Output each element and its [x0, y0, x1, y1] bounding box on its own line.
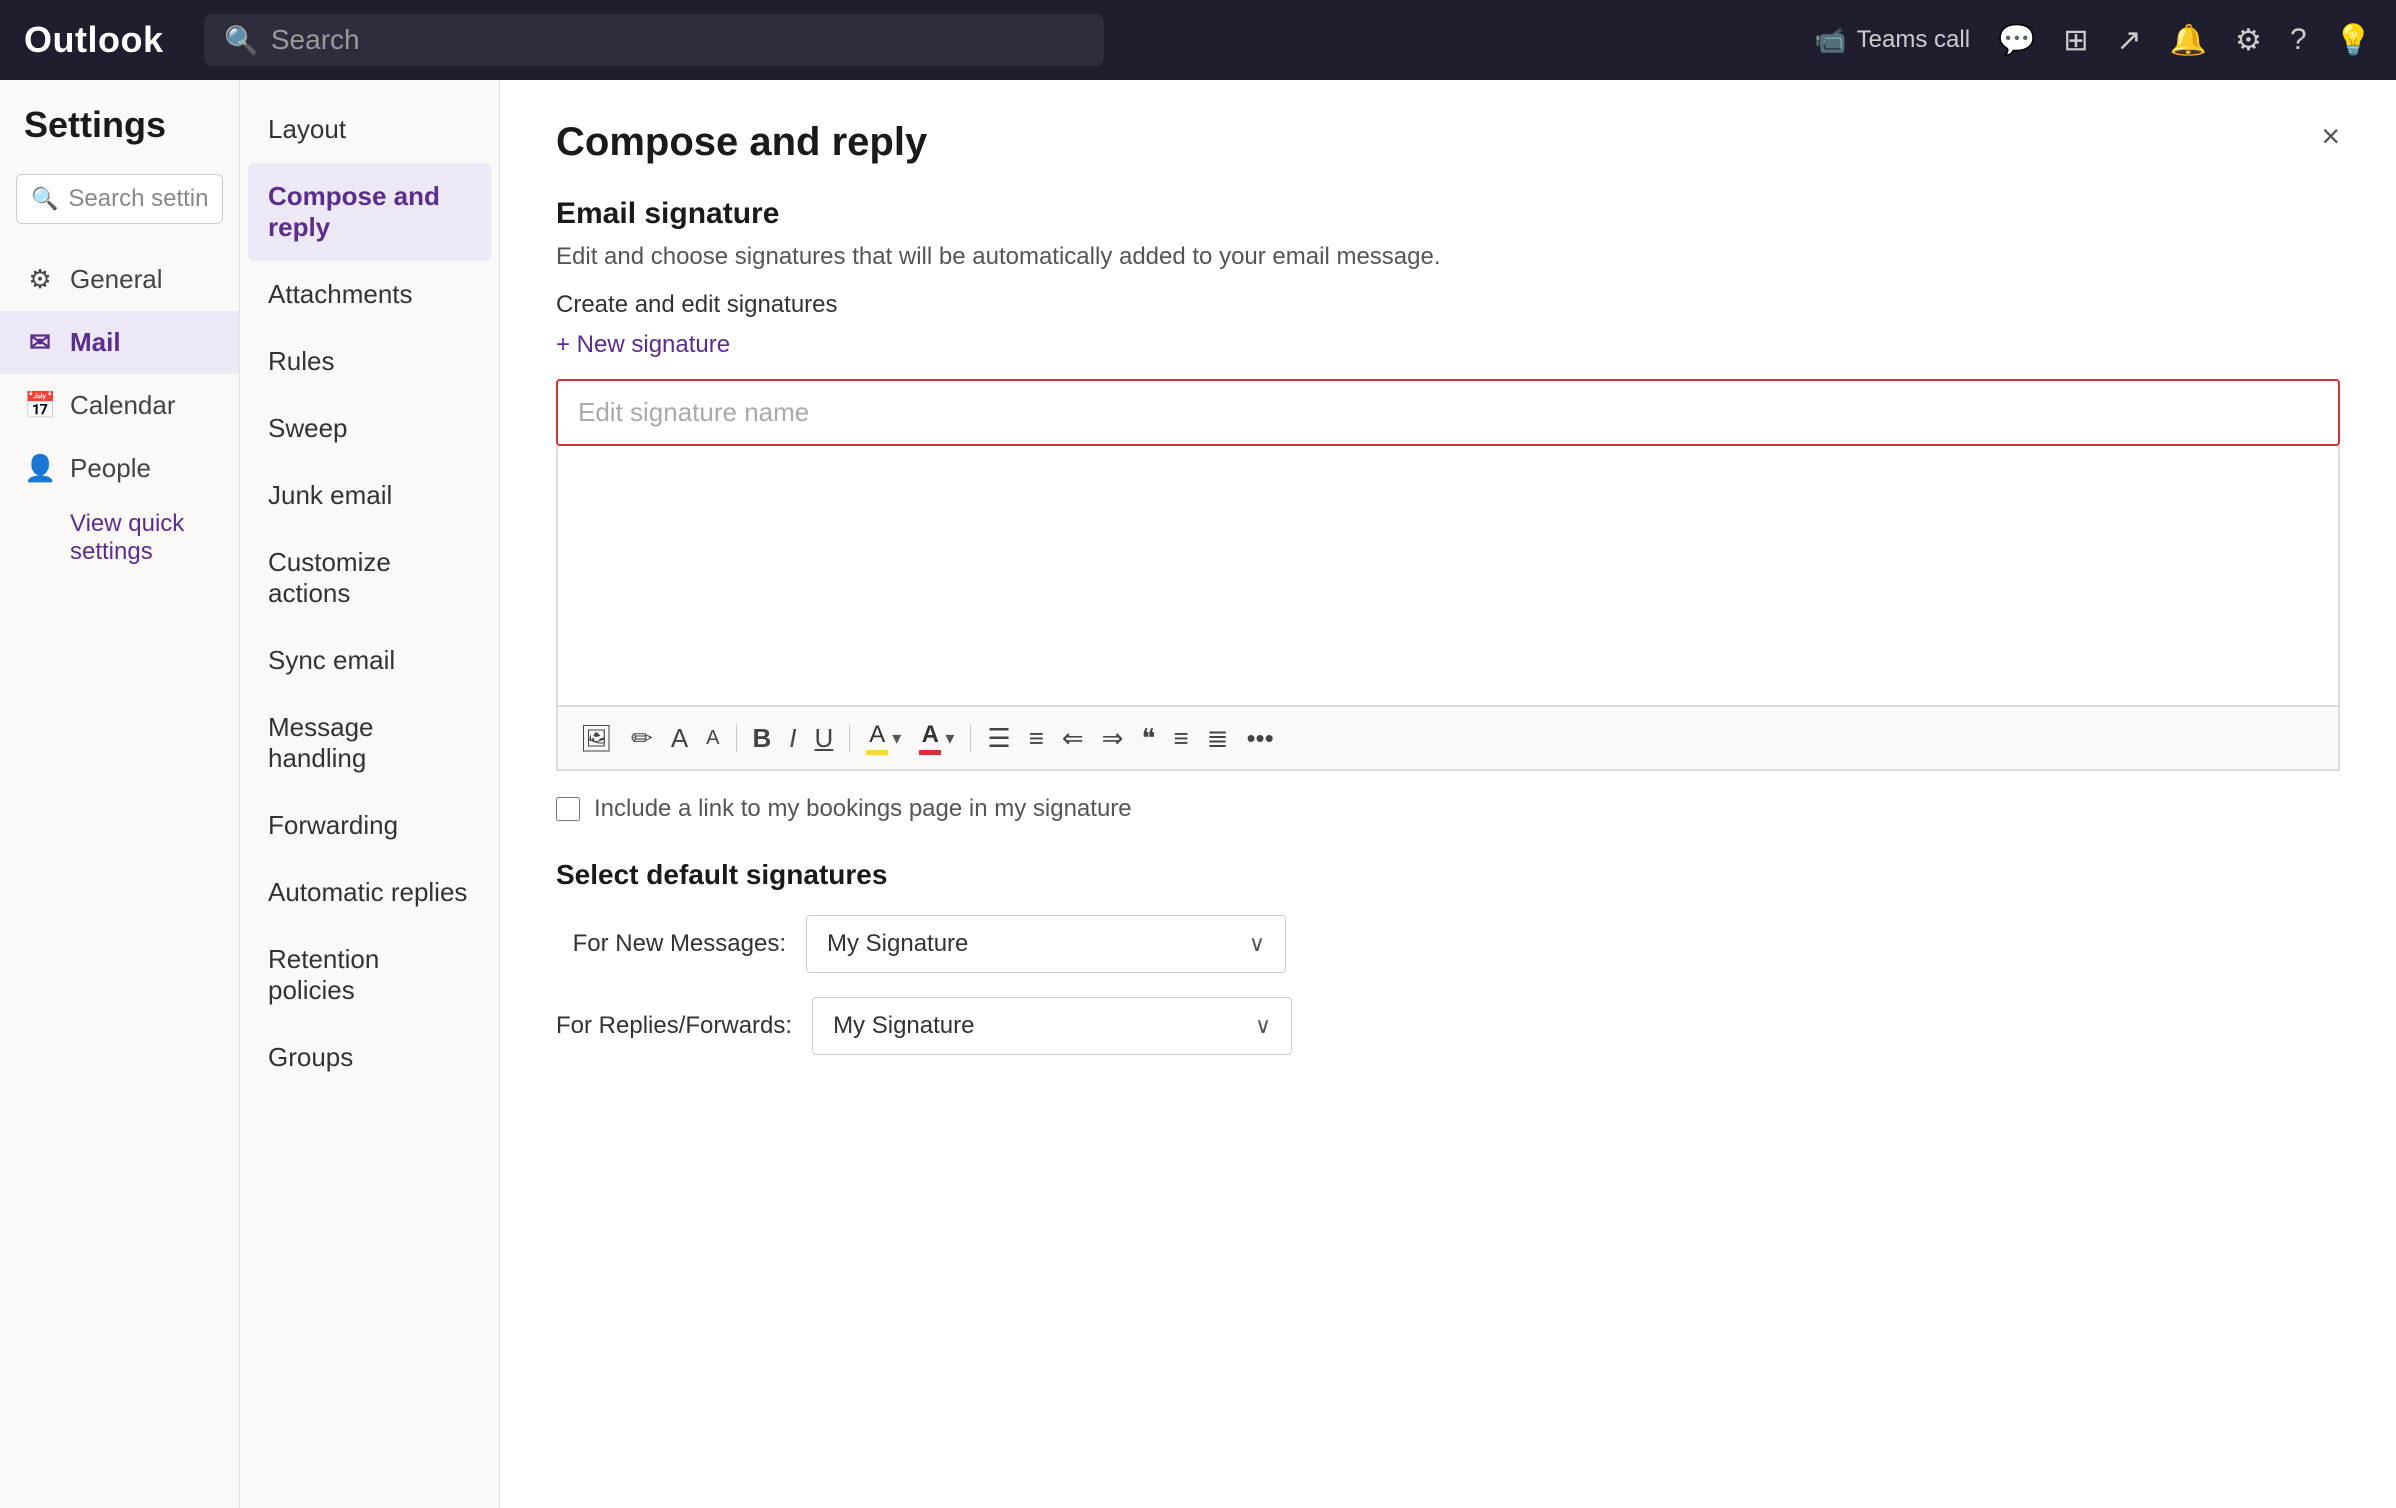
sidebar-item-general[interactable]: ⚙ General: [0, 248, 239, 311]
toolbar-pen-button[interactable]: ✏: [625, 719, 659, 758]
signature-editor[interactable]: [557, 446, 2339, 706]
replies-select[interactable]: My Signature ∨: [812, 997, 1292, 1055]
toolbar-divider-1: [736, 724, 737, 752]
lightbulb-icon[interactable]: 💡: [2335, 23, 2372, 58]
select-defaults-section: Select default signatures For New Messag…: [556, 859, 2340, 1055]
sub-nav-rules[interactable]: Rules: [240, 328, 499, 395]
toolbar-bold-button[interactable]: B: [747, 719, 778, 758]
email-signature-desc: Edit and choose signatures that will be …: [556, 243, 2340, 271]
new-messages-row: For New Messages: My Signature ∨: [556, 915, 2340, 973]
video-icon: 📹: [1814, 25, 1846, 56]
toolbar-highlight-button[interactable]: A ▾: [860, 717, 907, 759]
sidebar-item-label-general: General: [70, 264, 163, 295]
sig-name-input[interactable]: [556, 379, 2340, 446]
toolbar-align-right-button[interactable]: ≣: [1201, 719, 1235, 758]
sidebar-item-mail[interactable]: ✉ Mail: [0, 311, 239, 374]
calendar-icon: 📅: [24, 390, 56, 421]
close-button[interactable]: ×: [2321, 120, 2340, 152]
toolbar-outdent-button[interactable]: ⇐: [1056, 719, 1090, 758]
topbar: Outlook 🔍 📹 Teams call 💬 ⊞ ↗ 🔔 ⚙ ? 💡: [0, 0, 2396, 80]
toolbar-quote-button[interactable]: ❝: [1135, 719, 1161, 758]
new-messages-chevron-icon: ∨: [1249, 931, 1265, 957]
sub-sidebar: Layout Compose and reply Attachments Rul…: [240, 80, 500, 1508]
search-settings-box[interactable]: 🔍: [16, 174, 223, 224]
toolbar-divider-3: [970, 724, 971, 752]
toolbar-fontsize-button[interactable]: A: [665, 719, 694, 758]
editor-toolbar: 🖼 ✏ A A B I U A: [557, 706, 2339, 770]
editor-wrapper: 🖼 ✏ A A B I U A: [556, 446, 2340, 771]
sub-nav-junk[interactable]: Junk email: [240, 462, 499, 529]
people-icon: 👤: [24, 453, 56, 484]
select-defaults-title: Select default signatures: [556, 859, 2340, 891]
general-icon: ⚙: [24, 264, 56, 295]
toolbar-image-button[interactable]: 🖼: [574, 719, 619, 758]
share-icon[interactable]: ↗: [2117, 23, 2142, 58]
bookings-label: Include a link to my bookings page in my…: [594, 795, 1132, 823]
sub-nav-sweep[interactable]: Sweep: [240, 395, 499, 462]
chat-icon[interactable]: 💬: [1998, 23, 2035, 58]
toolbar-align-left-button[interactable]: ≡: [1167, 719, 1194, 758]
toolbar-fontsize2-button[interactable]: A: [700, 723, 725, 754]
sub-nav-compose[interactable]: Compose and reply: [248, 163, 491, 261]
email-signature-title: Email signature: [556, 197, 2340, 231]
replies-row: For Replies/Forwards: My Signature ∨: [556, 997, 2340, 1055]
sub-nav-retention[interactable]: Retention policies: [240, 926, 499, 1024]
toolbar-indent-button[interactable]: ⇒: [1096, 719, 1130, 758]
topbar-actions: 📹 Teams call 💬 ⊞ ↗ 🔔 ⚙ ? 💡: [1814, 23, 2372, 58]
sidebar-item-calendar[interactable]: 📅 Calendar: [0, 374, 239, 437]
grid-icon[interactable]: ⊞: [2063, 23, 2088, 58]
replies-label: For Replies/Forwards:: [556, 1012, 792, 1040]
search-settings-icon: 🔍: [31, 186, 58, 212]
new-signature-button[interactable]: + New signature: [556, 331, 730, 359]
replies-value: My Signature: [833, 1012, 974, 1040]
email-signature-section: Email signature Edit and choose signatur…: [556, 197, 2340, 823]
sig-name-wrapper: [556, 379, 2340, 446]
page-title: Compose and reply: [556, 120, 927, 165]
mail-icon: ✉: [24, 327, 56, 358]
sub-nav-layout[interactable]: Layout: [240, 96, 499, 163]
sub-nav-automatic[interactable]: Automatic replies: [240, 859, 499, 926]
toolbar-fontcolor-button[interactable]: A ▾: [913, 717, 960, 759]
help-icon[interactable]: ?: [2290, 23, 2307, 57]
sub-nav-customize[interactable]: Customize actions: [240, 529, 499, 627]
bell-icon[interactable]: 🔔: [2170, 23, 2207, 58]
toolbar-numbering-button[interactable]: ≡: [1023, 719, 1050, 758]
bookings-checkbox[interactable]: [556, 797, 580, 821]
settings-title: Settings: [0, 104, 239, 174]
search-settings-input[interactable]: [68, 185, 208, 213]
view-quick-settings-link[interactable]: View quick settings: [0, 500, 239, 576]
content-area: Compose and reply × Email signature Edit…: [500, 80, 2396, 1508]
app-logo: Outlook: [24, 19, 184, 61]
toolbar-bullets-button[interactable]: ☰: [981, 719, 1016, 758]
search-icon: 🔍: [224, 24, 259, 57]
toolbar-divider-2: [849, 724, 850, 752]
toolbar-more-button[interactable]: •••: [1240, 719, 1279, 758]
sidebar-item-label-mail: Mail: [70, 327, 121, 358]
sub-nav-forwarding[interactable]: Forwarding: [240, 792, 499, 859]
settings-icon[interactable]: ⚙: [2235, 23, 2262, 58]
create-edit-label: Create and edit signatures: [556, 291, 2340, 319]
sub-nav-sync[interactable]: Sync email: [240, 627, 499, 694]
replies-chevron-icon: ∨: [1255, 1013, 1271, 1039]
toolbar-italic-button[interactable]: I: [783, 719, 802, 758]
teams-call-button[interactable]: 📹 Teams call: [1814, 25, 1970, 56]
sidebar-item-people[interactable]: 👤 People: [0, 437, 239, 500]
search-bar[interactable]: 🔍: [204, 14, 1104, 66]
sidebar-item-label-calendar: Calendar: [70, 390, 176, 421]
search-input[interactable]: [271, 24, 1084, 56]
sidebar-item-label-people: People: [70, 453, 151, 484]
main-layout: Settings 🔍 ⚙ General ✉ Mail 📅 Calendar 👤…: [0, 80, 2396, 1508]
sub-nav-handling[interactable]: Message handling: [240, 694, 499, 792]
new-messages-select[interactable]: My Signature ∨: [806, 915, 1286, 973]
teams-call-label: Teams call: [1857, 26, 1970, 54]
content-header: Compose and reply ×: [556, 120, 2340, 165]
toolbar-underline-button[interactable]: U: [809, 719, 840, 758]
new-messages-value: My Signature: [827, 930, 968, 958]
new-messages-label: For New Messages:: [556, 930, 786, 958]
sub-nav-groups[interactable]: Groups: [240, 1024, 499, 1091]
bookings-checkbox-row: Include a link to my bookings page in my…: [556, 795, 2340, 823]
sub-nav-attachments[interactable]: Attachments: [240, 261, 499, 328]
sidebar: Settings 🔍 ⚙ General ✉ Mail 📅 Calendar 👤…: [0, 80, 240, 1508]
